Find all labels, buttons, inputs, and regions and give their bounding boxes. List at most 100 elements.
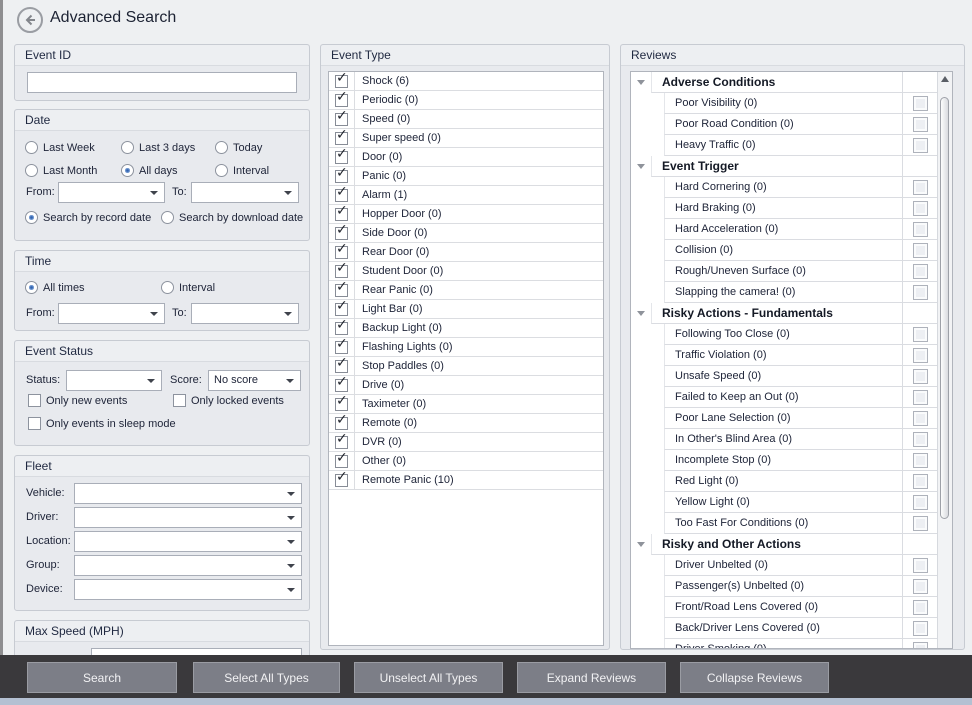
event-type-row[interactable]: ✓Panic (0) [329, 167, 603, 186]
unchecked-checkbox-icon[interactable] [913, 453, 928, 468]
unchecked-checkbox-icon[interactable] [913, 432, 928, 447]
review-item-row[interactable]: Slapping the camera! (0) [631, 282, 938, 303]
radio-time-interval[interactable]: Interval [161, 281, 215, 294]
unchecked-checkbox-icon[interactable] [913, 327, 928, 342]
review-item-row[interactable]: Too Fast For Conditions (0) [631, 513, 938, 534]
checked-checkbox-icon[interactable]: ✓ [335, 170, 348, 183]
checked-checkbox-icon[interactable]: ✓ [335, 341, 348, 354]
unchecked-checkbox-icon[interactable] [913, 558, 928, 573]
event-type-row[interactable]: ✓Speed (0) [329, 110, 603, 129]
event-type-row[interactable]: ✓Door (0) [329, 148, 603, 167]
radio-all-times[interactable]: All times [25, 281, 85, 294]
checked-checkbox-icon[interactable]: ✓ [335, 113, 348, 126]
unchecked-checkbox-icon[interactable] [913, 264, 928, 279]
expand-reviews-button[interactable]: Expand Reviews [517, 662, 666, 693]
review-item-row[interactable]: Unsafe Speed (0) [631, 366, 938, 387]
review-item-row[interactable]: Heavy Traffic (0) [631, 135, 938, 156]
unchecked-checkbox-icon[interactable] [913, 138, 928, 153]
collapse-arrow-icon[interactable] [637, 311, 645, 316]
back-button[interactable] [16, 6, 44, 34]
checked-checkbox-icon[interactable]: ✓ [335, 474, 348, 487]
device-combo[interactable] [74, 579, 302, 600]
event-id-input[interactable] [27, 72, 297, 93]
review-item-row[interactable]: Red Light (0) [631, 471, 938, 492]
radio-search-by-download-date[interactable]: Search by download date [161, 211, 303, 224]
unchecked-checkbox-icon[interactable] [913, 243, 928, 258]
event-type-row[interactable]: ✓Shock (6) [329, 72, 603, 91]
event-type-row[interactable]: ✓DVR (0) [329, 433, 603, 452]
event-type-row[interactable]: ✓Flashing Lights (0) [329, 338, 603, 357]
review-item-row[interactable]: Poor Lane Selection (0) [631, 408, 938, 429]
radio-all-days[interactable]: All days [121, 164, 178, 177]
radio-last-week[interactable]: Last Week [25, 141, 95, 154]
unchecked-checkbox-icon[interactable] [913, 642, 928, 650]
review-item-row[interactable]: Hard Acceleration (0) [631, 219, 938, 240]
driver-combo[interactable] [74, 507, 302, 528]
review-item-row[interactable]: Incomplete Stop (0) [631, 450, 938, 471]
unchecked-checkbox-icon[interactable] [913, 474, 928, 489]
checked-checkbox-icon[interactable]: ✓ [335, 189, 348, 202]
status-combo[interactable] [66, 370, 162, 391]
collapse-arrow-icon[interactable] [637, 164, 645, 169]
unchecked-checkbox-icon[interactable] [913, 222, 928, 237]
review-item-row[interactable]: In Other's Blind Area (0) [631, 429, 938, 450]
event-type-row[interactable]: ✓Remote (0) [329, 414, 603, 433]
unchecked-checkbox-icon[interactable] [913, 621, 928, 636]
checked-checkbox-icon[interactable]: ✓ [335, 284, 348, 297]
event-type-row[interactable]: ✓Alarm (1) [329, 186, 603, 205]
checked-checkbox-icon[interactable]: ✓ [335, 417, 348, 430]
review-group-row[interactable]: Event Trigger [631, 156, 938, 177]
checked-checkbox-icon[interactable]: ✓ [335, 379, 348, 392]
review-item-row[interactable]: Rough/Uneven Surface (0) [631, 261, 938, 282]
unselect-all-types-button[interactable]: Unselect All Types [354, 662, 503, 693]
unchecked-checkbox-icon[interactable] [913, 516, 928, 531]
review-item-row[interactable]: Front/Road Lens Covered (0) [631, 597, 938, 618]
checked-checkbox-icon[interactable]: ✓ [335, 398, 348, 411]
event-type-row[interactable]: ✓Rear Door (0) [329, 243, 603, 262]
event-type-row[interactable]: ✓Light Bar (0) [329, 300, 603, 319]
unchecked-checkbox-icon[interactable] [913, 96, 928, 111]
checked-checkbox-icon[interactable]: ✓ [335, 360, 348, 373]
checked-checkbox-icon[interactable]: ✓ [335, 436, 348, 449]
event-type-row[interactable]: ✓Taximeter (0) [329, 395, 603, 414]
checkbox-only-locked-events[interactable]: Only locked events [173, 394, 284, 407]
checked-checkbox-icon[interactable]: ✓ [335, 151, 348, 164]
radio-interval[interactable]: Interval [215, 164, 269, 177]
unchecked-checkbox-icon[interactable] [913, 600, 928, 615]
radio-search-by-record-date[interactable]: Search by record date [25, 211, 151, 224]
score-combo[interactable]: No score [208, 370, 301, 391]
vehicle-combo[interactable] [74, 483, 302, 504]
collapse-arrow-icon[interactable] [637, 80, 645, 85]
event-type-row[interactable]: ✓Side Door (0) [329, 224, 603, 243]
review-item-row[interactable]: Poor Road Condition (0) [631, 114, 938, 135]
select-all-types-button[interactable]: Select All Types [193, 662, 340, 693]
review-item-row[interactable]: Poor Visibility (0) [631, 93, 938, 114]
review-group-row[interactable]: Risky and Other Actions [631, 534, 938, 555]
checkbox-only-new-events[interactable]: Only new events [28, 394, 127, 407]
review-item-row[interactable]: Back/Driver Lens Covered (0) [631, 618, 938, 639]
review-item-row[interactable]: Hard Braking (0) [631, 198, 938, 219]
checked-checkbox-icon[interactable]: ✓ [335, 132, 348, 145]
checked-checkbox-icon[interactable]: ✓ [335, 94, 348, 107]
unchecked-checkbox-icon[interactable] [913, 495, 928, 510]
scrollbar-thumb[interactable] [940, 97, 949, 519]
checked-checkbox-icon[interactable]: ✓ [335, 75, 348, 88]
review-group-row[interactable]: Adverse Conditions [631, 72, 938, 93]
review-item-row[interactable]: Traffic Violation (0) [631, 345, 938, 366]
unchecked-checkbox-icon[interactable] [913, 117, 928, 132]
location-combo[interactable] [74, 531, 302, 552]
checked-checkbox-icon[interactable]: ✓ [335, 227, 348, 240]
review-item-row[interactable]: Passenger(s) Unbelted (0) [631, 576, 938, 597]
event-type-row[interactable]: ✓Other (0) [329, 452, 603, 471]
checked-checkbox-icon[interactable]: ✓ [335, 208, 348, 221]
event-type-row[interactable]: ✓Super speed (0) [329, 129, 603, 148]
unchecked-checkbox-icon[interactable] [913, 285, 928, 300]
unchecked-checkbox-icon[interactable] [913, 201, 928, 216]
review-item-row[interactable]: Yellow Light (0) [631, 492, 938, 513]
date-to-combo[interactable] [191, 182, 299, 203]
event-type-row[interactable]: ✓Stop Paddles (0) [329, 357, 603, 376]
time-to-combo[interactable] [191, 303, 299, 324]
radio-last-month[interactable]: Last Month [25, 164, 97, 177]
review-group-row[interactable]: Risky Actions - Fundamentals [631, 303, 938, 324]
date-from-combo[interactable] [58, 182, 165, 203]
